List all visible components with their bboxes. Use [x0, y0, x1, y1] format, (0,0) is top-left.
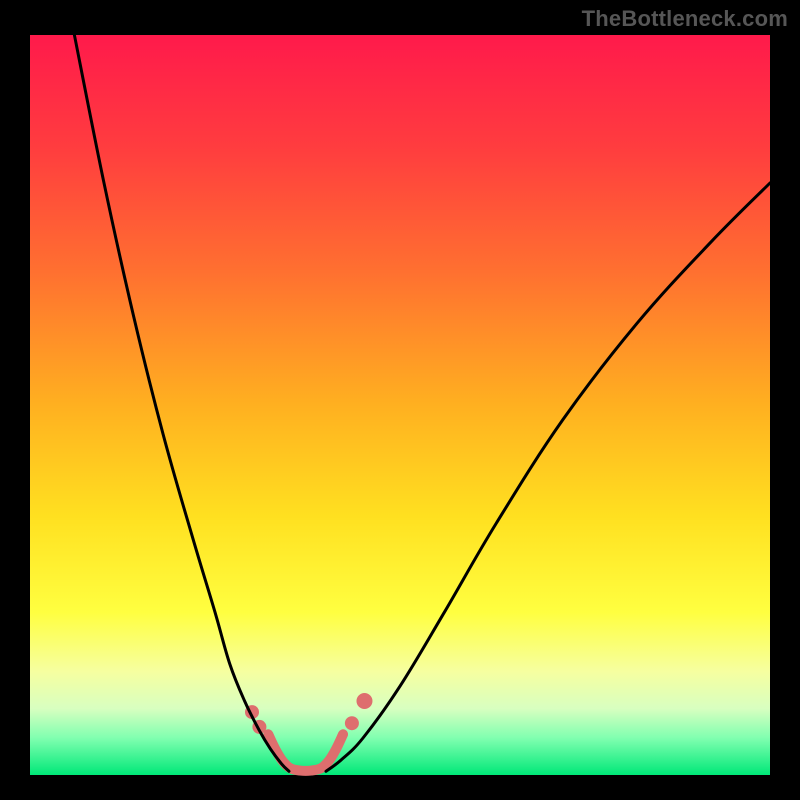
watermark-label: TheBottleneck.com	[582, 6, 788, 32]
marker-dot-2	[345, 716, 359, 730]
chart-frame: TheBottleneck.com	[0, 0, 800, 800]
chart-gradient-bg	[30, 35, 770, 775]
bottleneck-chart	[0, 0, 800, 800]
marker-dot-3	[356, 693, 372, 709]
